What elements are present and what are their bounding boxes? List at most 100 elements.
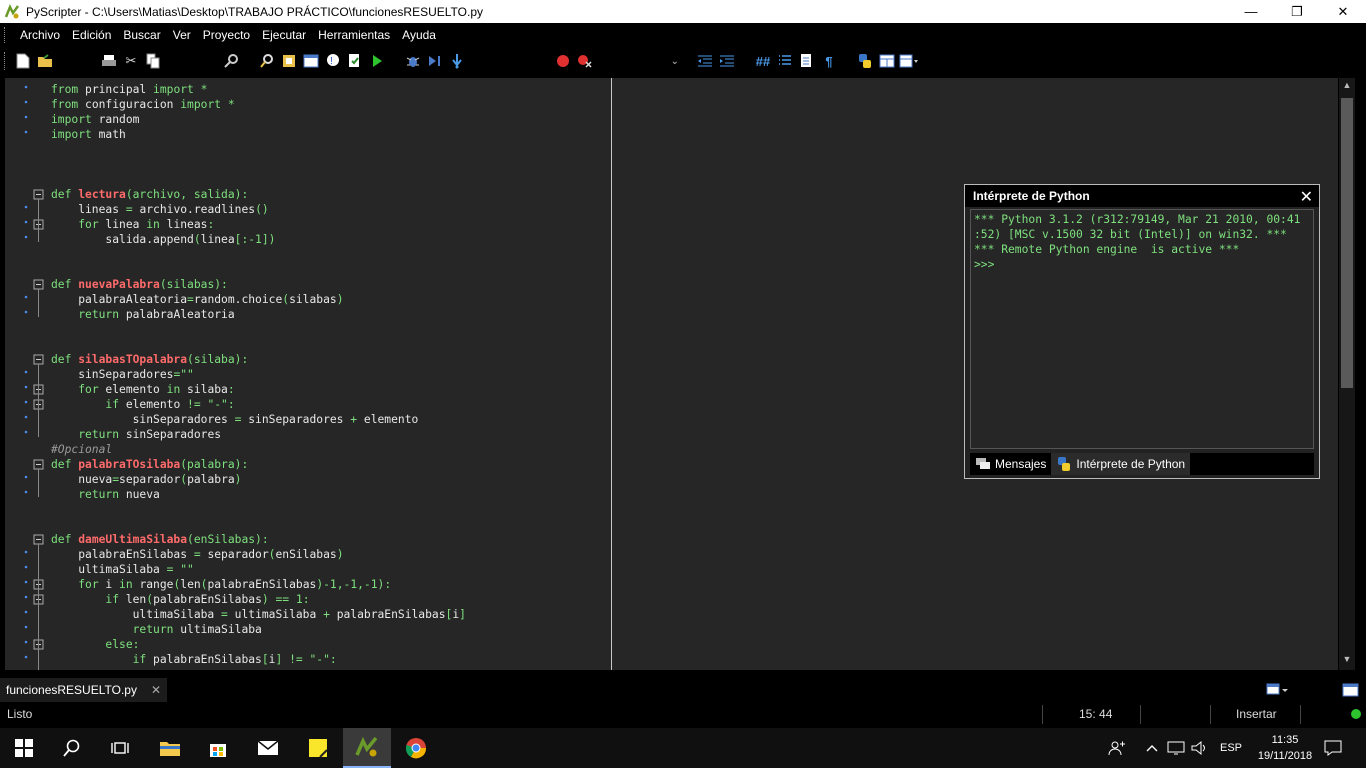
window-list-icon[interactable] [301, 51, 321, 71]
code-line[interactable]: ultimaSilaba = ultimaSilaba + palabraEnS… [51, 607, 466, 622]
list-icon[interactable] [775, 51, 795, 71]
task-view-button[interactable] [96, 728, 144, 768]
code-line[interactable]: lineas = archivo.readlines() [51, 202, 466, 217]
code-line[interactable]: else: [51, 637, 466, 652]
code-line[interactable]: for elemento in silaba: [51, 382, 466, 397]
clear-breakpoints-icon[interactable] [575, 51, 595, 71]
breakpoint-dot[interactable] [24, 625, 28, 629]
breakpoint-dot[interactable] [24, 595, 28, 599]
find-icon[interactable] [221, 51, 241, 71]
breakpoint-dot[interactable] [24, 490, 28, 494]
code-area[interactable]: from principal import * from configuracio… [51, 82, 466, 667]
dropdown-combo[interactable]: ⌄ [625, 51, 679, 71]
breakpoint-dot[interactable] [24, 205, 28, 209]
open-folder-icon[interactable] [35, 51, 55, 71]
breakpoint-dot[interactable] [24, 385, 28, 389]
code-line[interactable]: for linea in lineas: [51, 217, 466, 232]
python-icon[interactable] [855, 51, 875, 71]
maximize-editor-icon[interactable] [1342, 682, 1360, 698]
scroll-up-arrow-icon[interactable]: ▲ [1339, 80, 1355, 94]
layout-icon[interactable] [877, 51, 897, 71]
network-icon[interactable] [1167, 728, 1185, 768]
code-line[interactable] [51, 322, 466, 337]
code-line[interactable] [51, 502, 466, 517]
help-icon[interactable]: ! [323, 51, 343, 71]
menu-proyecto[interactable]: Proyecto [197, 28, 256, 42]
cut-icon[interactable]: ✂ [121, 51, 141, 71]
pilcrow-icon[interactable]: ¶ [819, 51, 839, 71]
search-button[interactable] [48, 728, 96, 768]
menu-ayuda[interactable]: Ayuda [396, 28, 442, 42]
breakpoint-dot[interactable] [24, 400, 28, 404]
tab-funciones-resuelto[interactable]: funcionesRESUELTO.py ✕ [0, 678, 168, 702]
menu-herramientas[interactable]: Herramientas [312, 28, 396, 42]
tab-interpreter[interactable]: Intérprete de Python [1051, 453, 1191, 475]
scroll-thumb[interactable] [1341, 98, 1353, 388]
unindent-icon[interactable] [695, 51, 715, 71]
breakpoint-dot[interactable] [24, 430, 28, 434]
code-line[interactable]: palabraAleatoria=random.choice(silabas) [51, 292, 466, 307]
code-line[interactable]: import math [51, 127, 466, 142]
interpreter-console[interactable]: *** Python 3.1.2 (r312:79149, Mar 21 201… [970, 209, 1314, 449]
menu-buscar[interactable]: Buscar [117, 28, 166, 42]
code-line[interactable]: return ultimaSilaba [51, 622, 466, 637]
toggle-breakpoint-icon[interactable] [553, 51, 573, 71]
code-line[interactable] [51, 142, 466, 157]
code-line[interactable]: from configuracion import * [51, 97, 466, 112]
code-line[interactable]: if elemento != "-": [51, 397, 466, 412]
breakpoint-dot[interactable] [24, 115, 28, 119]
menu-ver[interactable]: Ver [167, 28, 197, 42]
close-window-button[interactable]: ✕ [1320, 0, 1366, 23]
code-line[interactable] [51, 172, 466, 187]
code-line[interactable]: def lectura(archivo, salida): [51, 187, 466, 202]
layout-dropdown-icon[interactable] [899, 51, 919, 71]
people-icon[interactable] [1108, 728, 1126, 768]
restore-button[interactable]: ❐ [1274, 0, 1320, 23]
clock[interactable]: 11:35 19/11/2018 [1252, 728, 1318, 768]
run-to-cursor-icon[interactable] [425, 51, 445, 71]
file-explorer-button[interactable] [146, 728, 194, 768]
code-line[interactable]: def palabraTOsilaba(palabra): [51, 457, 466, 472]
code-line[interactable]: if len(palabraEnSilabas) == 1: [51, 592, 466, 607]
print-icon[interactable] [99, 51, 119, 71]
editor-vertical-scrollbar[interactable]: ▲ ▼ [1339, 78, 1355, 670]
code-line[interactable] [51, 157, 466, 172]
code-line[interactable]: def dameUltimaSilaba(enSilabas): [51, 532, 466, 547]
sticky-notes-button[interactable] [294, 728, 342, 768]
breakpoint-dot[interactable] [24, 130, 28, 134]
mail-button[interactable] [244, 728, 292, 768]
code-line[interactable]: import random [51, 112, 466, 127]
code-line[interactable]: palabraEnSilabas = separador(enSilabas) [51, 547, 466, 562]
code-line[interactable]: return palabraAleatoria [51, 307, 466, 322]
debug-icon[interactable] [403, 51, 423, 71]
breakpoint-dot[interactable] [24, 220, 28, 224]
find-in-files-icon[interactable] [257, 51, 277, 71]
code-line[interactable]: nueva=separador(palabra) [51, 472, 466, 487]
start-button[interactable] [0, 728, 48, 768]
document-icon[interactable] [797, 51, 817, 71]
menu-ejecutar[interactable]: Ejecutar [256, 28, 312, 42]
menu-grip[interactable] [4, 27, 8, 43]
code-line[interactable]: sinSeparadores = sinSeparadores + elemen… [51, 412, 466, 427]
code-line[interactable]: from principal import * [51, 82, 466, 97]
tab-messages[interactable]: Mensajes [970, 453, 1051, 475]
breakpoint-dot[interactable] [24, 235, 28, 239]
comment-icon[interactable]: ## [753, 51, 773, 71]
breakpoint-dot[interactable] [24, 475, 28, 479]
code-line[interactable]: return nueva [51, 487, 466, 502]
code-line[interactable]: def nuevaPalabra(silabas): [51, 277, 466, 292]
store-button[interactable] [194, 728, 242, 768]
run-icon[interactable] [367, 51, 387, 71]
code-line[interactable] [51, 262, 466, 277]
breakpoint-dot[interactable] [24, 655, 28, 659]
language-indicator[interactable]: ESP [1220, 728, 1242, 768]
code-line[interactable]: sinSeparadores="" [51, 367, 466, 382]
toolbar-grip[interactable] [4, 52, 8, 70]
breakpoint-dot[interactable] [24, 415, 28, 419]
indent-icon[interactable] [717, 51, 737, 71]
breakpoint-dot[interactable] [24, 85, 28, 89]
notifications-icon[interactable] [1324, 728, 1342, 768]
code-line[interactable]: return sinSeparadores [51, 427, 466, 442]
volume-icon[interactable] [1190, 728, 1208, 768]
step-into-icon[interactable] [447, 51, 467, 71]
